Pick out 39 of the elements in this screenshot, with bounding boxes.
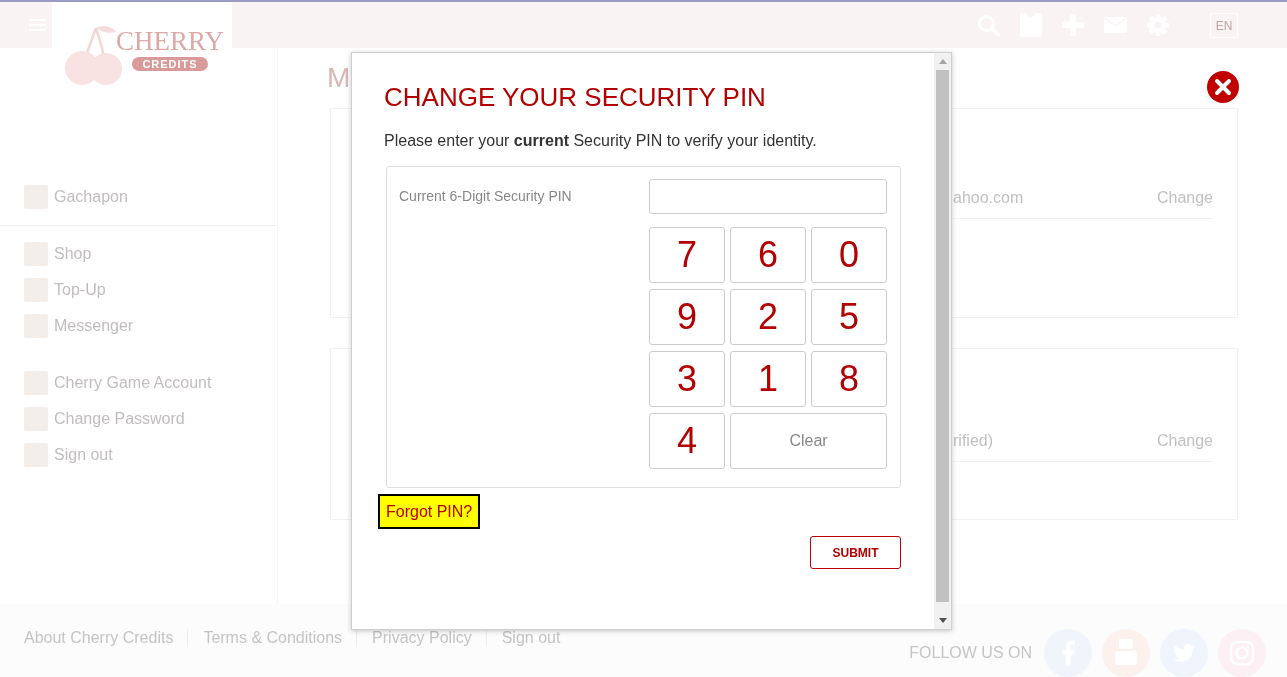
- scroll-up-icon[interactable]: [938, 59, 947, 64]
- keypad-key[interactable]: 2: [730, 289, 806, 345]
- footer-link[interactable]: Terms & Conditions: [187, 629, 343, 647]
- close-icon[interactable]: [1207, 71, 1239, 103]
- page-heading: M: [327, 61, 351, 95]
- sidebar-link[interactable]: Messenger: [54, 317, 134, 335]
- sidebar-link[interactable]: Shop: [54, 245, 92, 263]
- instruction-text: Please enter your current Security PIN to verify your identity.: [384, 131, 817, 151]
- keypad-key[interactable]: 7: [649, 227, 725, 283]
- submit-button[interactable]: SUBMIT: [810, 536, 901, 569]
- keypad-key[interactable]: 5: [811, 289, 887, 345]
- clear-button[interactable]: Clear: [730, 413, 887, 469]
- scroll-down-icon[interactable]: [938, 618, 947, 623]
- logo-tagline: CREDITS: [132, 57, 208, 71]
- keypad-key[interactable]: 1: [730, 351, 806, 407]
- sidebar-link[interactable]: Top-Up: [54, 281, 106, 299]
- forgot-pin-link[interactable]: Forgot PIN?: [378, 494, 481, 529]
- sidebar-link[interactable]: Cherry Game Account: [54, 374, 212, 392]
- keypad-key[interactable]: 6: [730, 227, 806, 283]
- field-value: rified): [953, 432, 993, 450]
- change-link[interactable]: Change: [1156, 432, 1213, 450]
- scrollbar-thumb[interactable]: [936, 70, 949, 602]
- language-button[interactable]: EN: [1210, 13, 1238, 38]
- keypad-key[interactable]: 4: [649, 413, 725, 469]
- footer-link[interactable]: About Cherry Credits: [24, 629, 174, 647]
- field-value: ahoo.com: [953, 189, 1024, 207]
- keypad-key[interactable]: 8: [811, 351, 887, 407]
- pin-input[interactable]: [649, 179, 887, 214]
- keypad-key[interactable]: 9: [649, 289, 725, 345]
- scrollbar[interactable]: [934, 53, 951, 629]
- change-link[interactable]: Change: [1156, 189, 1213, 207]
- logo-wordmark: CHERRY: [116, 28, 225, 54]
- sidebar-link[interactable]: Gachapon: [54, 188, 128, 206]
- dialog-title: CHANGE YOUR SECURITY PIN: [384, 82, 766, 112]
- keypad-key[interactable]: 3: [649, 351, 725, 407]
- sidebar-link[interactable]: Sign out: [54, 446, 113, 464]
- field-label: Current 6-Digit Security PIN: [399, 187, 572, 206]
- keypad-key[interactable]: 0: [811, 227, 887, 283]
- sidebar-link[interactable]: Change Password: [54, 410, 185, 428]
